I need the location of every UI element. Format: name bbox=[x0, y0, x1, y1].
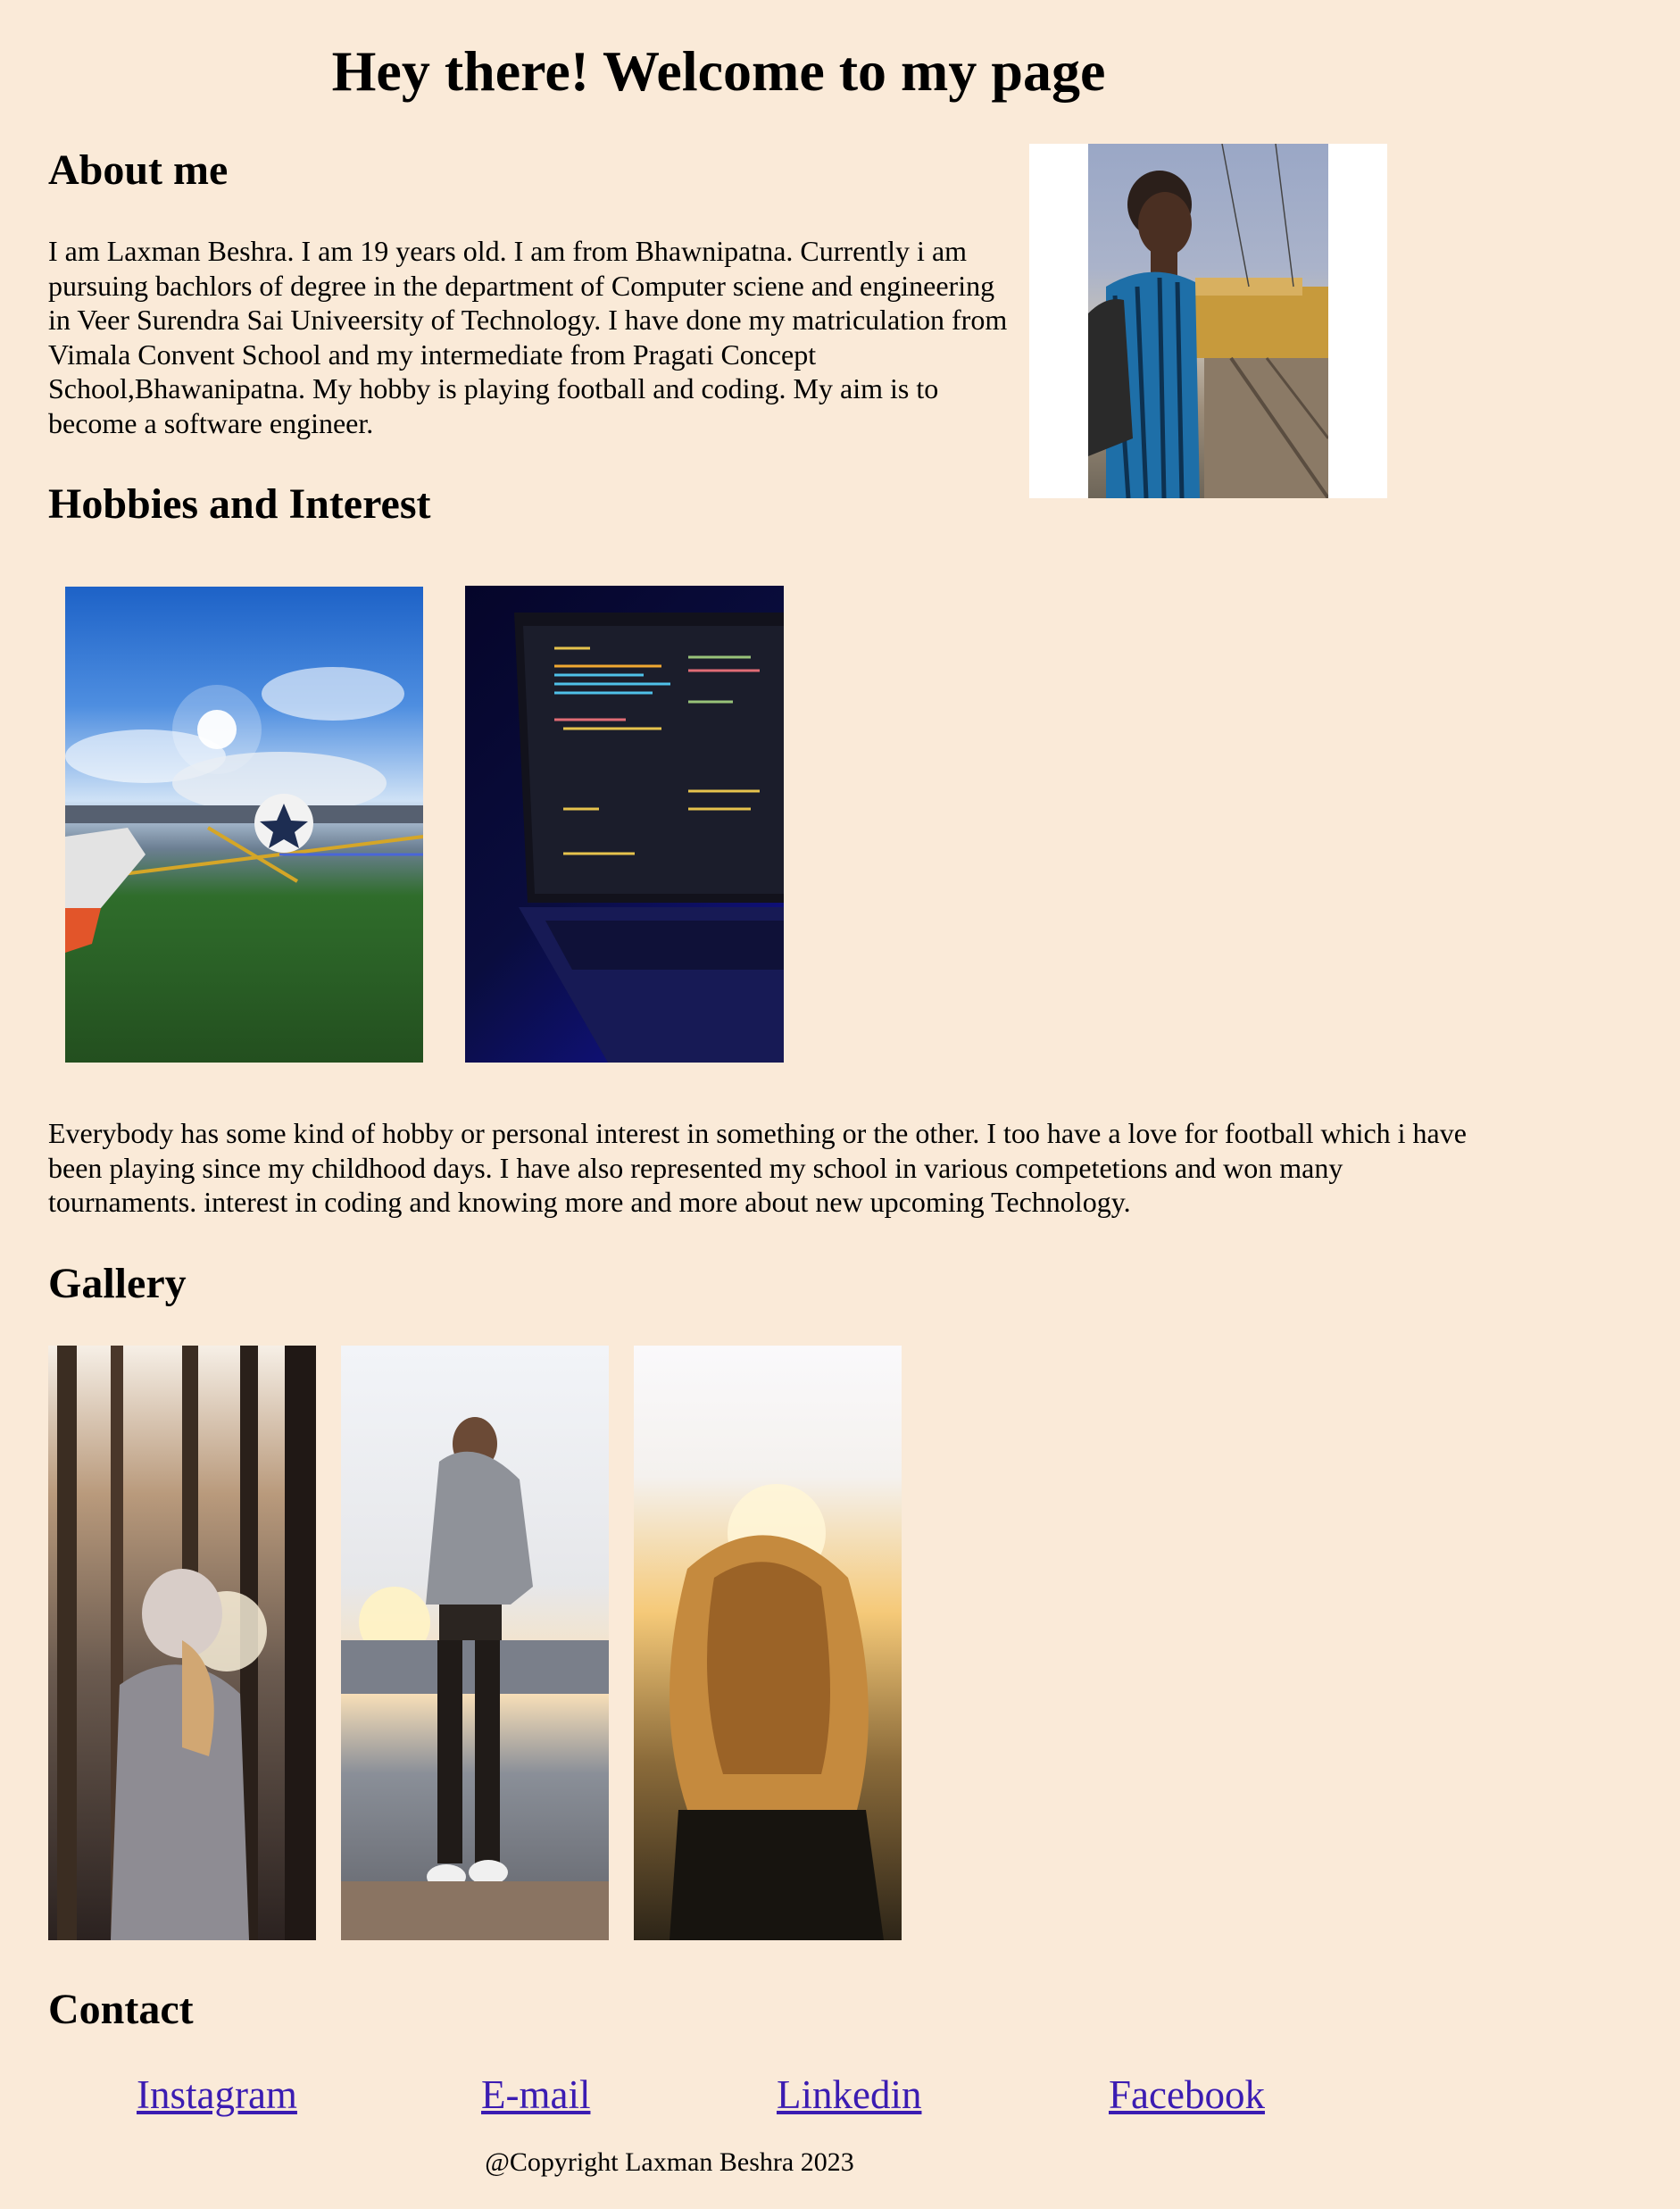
football-photo bbox=[65, 587, 423, 1063]
laptop-photo bbox=[465, 586, 784, 1063]
about-heading: About me bbox=[48, 146, 229, 194]
linkedin-link[interactable]: Linkedin bbox=[777, 2068, 921, 2121]
gallery-image-hair bbox=[634, 1346, 902, 1940]
facebook-link[interactable]: Facebook bbox=[1109, 2068, 1265, 2121]
gallery-image-forest bbox=[48, 1346, 316, 1940]
gallery-image-sunset bbox=[341, 1346, 609, 1940]
copyright: @Copyright Laxman Beshra 2023 bbox=[485, 2147, 854, 2177]
instagram-link[interactable]: Instagram bbox=[137, 2068, 297, 2121]
gallery-heading: Gallery bbox=[48, 1260, 187, 1307]
hobbies-heading: Hobbies and Interest bbox=[48, 480, 431, 528]
profile-photo bbox=[1029, 144, 1387, 498]
contact-heading: Contact bbox=[48, 1986, 194, 2033]
hobbies-text: Everybody has some kind of hobby or pers… bbox=[48, 1117, 1467, 1218]
about-text: I am Laxman Beshra. I am 19 years old. I… bbox=[48, 235, 1008, 439]
page-title: Hey there! Welcome to my page bbox=[331, 39, 1106, 103]
email-link[interactable]: E-mail bbox=[481, 2068, 590, 2121]
